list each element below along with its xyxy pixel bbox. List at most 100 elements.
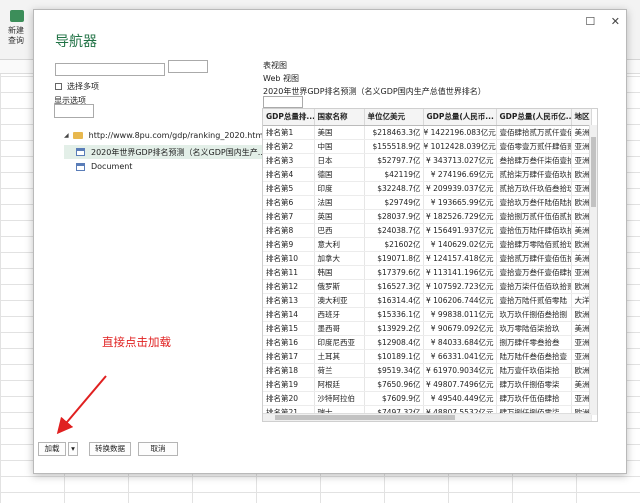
vertical-scrollbar[interactable] [589, 125, 597, 415]
multi-select-row[interactable]: 选择多项 [55, 81, 99, 92]
view-options-button[interactable] [263, 96, 303, 108]
close-button[interactable]: ✕ [611, 15, 620, 28]
table-row: 排名第13 澳大利亚 $16314.4亿 ¥ 106206.744亿元 壹拾万陆仟贰佰零… [263, 293, 592, 308]
table-row: 排名第4 德国 $42119亿 ¥ 274196.69亿元 贰拾柒万肆仟壹佰玖拾 欧洲 [263, 167, 592, 182]
table-cell: 欧洲 [571, 363, 592, 378]
new-query-button[interactable]: 新建 查询 [6, 26, 26, 46]
table-cell: 排名第20 [263, 391, 315, 406]
table-cell: 贰拾柒万肆仟壹佰玖拾 [496, 167, 572, 182]
column-header[interactable]: 单位亿美元 [364, 109, 424, 126]
table-cell: ¥ 209939.037亿元 [423, 181, 497, 196]
table-cell: 俄罗斯 [314, 279, 365, 294]
tab-web-view[interactable]: Web 视图 [263, 72, 486, 85]
table-cell: ¥ 113141.196亿元 [423, 265, 497, 280]
table-cell: $29749亿 [364, 195, 424, 210]
table-cell: 欧洲 [571, 195, 592, 210]
table-cell: ¥ 84033.684亿元 [423, 335, 497, 350]
horizontal-scrollbar[interactable] [263, 413, 591, 421]
table-cell: 印度尼西亚 [314, 335, 365, 350]
table-row: 排名第10 加拿大 $19071.8亿 ¥ 124157.418亿元 壹拾贰万肆仟壹佰伍… [263, 251, 592, 266]
table-cell: 亚洲 [571, 181, 592, 196]
view-tabs: 表视图 Web 视图 2020年世界GDP排名预测（名义GDP国内生产总值世界排… [263, 59, 486, 98]
table-cell: 美洲 [571, 125, 592, 140]
table-cell: 排名第18 [263, 363, 315, 378]
cancel-button[interactable]: 取消 [138, 442, 178, 456]
display-options-dropdown[interactable] [54, 104, 94, 118]
table-cell: 英国 [314, 209, 365, 224]
load-dropdown-button[interactable]: ▾ [68, 442, 78, 456]
table-cell: $155518.9亿 [364, 139, 424, 154]
table-cell: 印度 [314, 181, 365, 196]
table-cell: 欧洲 [571, 209, 592, 224]
multi-select-checkbox[interactable] [55, 83, 62, 90]
table-row: 排名第18 荷兰 $9519.34亿 ¥ 61970.9034亿元 陆万壹仟玖佰柒拾 欧洲 [263, 363, 592, 378]
table-cell: 美洲 [571, 377, 592, 392]
table-cell: 美洲 [571, 223, 592, 238]
maximize-button[interactable]: ☐ [585, 15, 595, 28]
table-cell: 肆万玖仟伍佰肆拾 [496, 391, 572, 406]
table-cell: $10189.1亿 [364, 349, 424, 364]
table-cell: $16314.4亿 [364, 293, 424, 308]
transform-data-button[interactable]: 转换数据 [89, 442, 131, 456]
tree-item-table-selected[interactable]: 2020年世界GDP排名预测（名义GDP国内生产... [64, 145, 294, 159]
navigator-dialog: ☐ ✕ 导航器 选择多项 显示选项 ◢ http://www.8pu.com/g… [33, 9, 627, 474]
table-cell: 亚洲 [571, 265, 592, 280]
table-cell: ¥ 1422196.083亿元 [423, 125, 497, 140]
table-cell: ¥ 49807.7496亿元 [423, 377, 497, 392]
table-cell: 美国 [314, 125, 365, 140]
table-row: 排名第5 印度 $32248.7亿 ¥ 209939.037亿元 贰拾万玖仟玖佰叁拾玖亚… [263, 181, 592, 196]
table-cell: 排名第8 [263, 223, 315, 238]
column-header[interactable]: GDP总量排... [263, 109, 315, 126]
table-cell: 阿根廷 [314, 377, 365, 392]
table-cell: ¥ 90679.092亿元 [423, 321, 497, 336]
preview-table: GDP总量排... 国家名称 单位亿美元 GDP总量(人民币... GDP总量(人民币亿… [263, 109, 592, 421]
table-row: 排名第19 阿根廷 $7650.96亿 ¥ 49807.7496亿元 肆万玖仟捌佰零柒美… [263, 377, 592, 392]
column-header[interactable]: 国家名称 [314, 109, 365, 126]
table-cell: ¥ 193665.99亿元 [423, 195, 497, 210]
table-cell: $15336.1亿 [364, 307, 424, 322]
table-cell: 排名第7 [263, 209, 315, 224]
table-cell: 壹拾捌万贰仟伍佰贰拾 [496, 209, 572, 224]
column-header[interactable]: GDP总量(人民币... [423, 109, 497, 126]
search-input[interactable] [55, 63, 165, 76]
table-row: 排名第14 西班牙 $15336.1亿 ¥ 99838.011亿元 玖万玖仟捌佰叁拾捌欧… [263, 307, 592, 322]
tree-item-document[interactable]: Document [76, 162, 132, 171]
table-cell: 美洲 [571, 251, 592, 266]
table-cell: 陆万陆仟叁佰叁拾壹 [496, 349, 572, 364]
column-header[interactable]: 地区 [571, 109, 592, 126]
table-cell: 土耳其 [314, 349, 365, 364]
tab-table-view[interactable]: 表视图 [263, 59, 486, 72]
table-cell: 壹拾玖万叁仟陆佰陆拾 [496, 195, 572, 210]
table-cell: 壹拾万陆仟贰佰零陆 [496, 293, 572, 308]
table-row: 排名第15 墨西哥 $13929.2亿 ¥ 90679.092亿元 玖万零陆佰柒拾玖 美洲 [263, 321, 592, 336]
table-cell: $21602亿 [364, 237, 424, 252]
column-header[interactable]: GDP总量(人民币亿... [496, 109, 572, 126]
tree-item-url[interactable]: ◢ http://www.8pu.com/gdp/ranking_2020.ht… [64, 131, 279, 140]
table-cell: 荷兰 [314, 363, 365, 378]
table-row: 排名第20 沙特阿拉伯 $7609.9亿 ¥ 49540.449亿元 肆万玖仟伍佰肆拾亚… [263, 391, 592, 406]
table-cell: 壹拾壹万叁仟壹佰肆拾 [496, 265, 572, 280]
search-button[interactable] [168, 60, 208, 73]
table-cell: $13929.2亿 [364, 321, 424, 336]
table-cell: 陆万壹仟玖佰柒拾 [496, 363, 572, 378]
table-cell: 玖万玖仟捌佰叁拾捌 [496, 307, 572, 322]
horizontal-scroll-thumb[interactable] [275, 415, 455, 420]
table-cell: $9519.34亿 [364, 363, 424, 378]
table-cell: $7609.9亿 [364, 391, 424, 406]
table-cell: ¥ 140629.02亿元 [423, 237, 497, 252]
table-cell: 欧洲 [571, 307, 592, 322]
expand-triangle-icon[interactable]: ◢ [64, 132, 69, 139]
load-button[interactable]: 加载 [38, 442, 66, 456]
table-cell: ¥ 49540.449亿元 [423, 391, 497, 406]
table-cell: $42119亿 [364, 167, 424, 182]
table-cell: 叁拾肆万叁仟柒佰壹拾 [496, 153, 572, 168]
tree-selected-label: 2020年世界GDP排名预测（名义GDP国内生产... [91, 147, 266, 157]
preview-table-container[interactable]: GDP总量排... 国家名称 单位亿美元 GDP总量(人民币... GDP总量(人民币亿… [262, 108, 598, 422]
vertical-scroll-thumb[interactable] [591, 137, 596, 207]
table-cell: ¥ 343713.027亿元 [423, 153, 497, 168]
table-cell: $32248.7亿 [364, 181, 424, 196]
table-cell: 大洋洲 [571, 293, 592, 308]
new-query-icon [10, 10, 24, 22]
table-cell: 德国 [314, 167, 365, 182]
table-cell: 亚洲 [571, 391, 592, 406]
